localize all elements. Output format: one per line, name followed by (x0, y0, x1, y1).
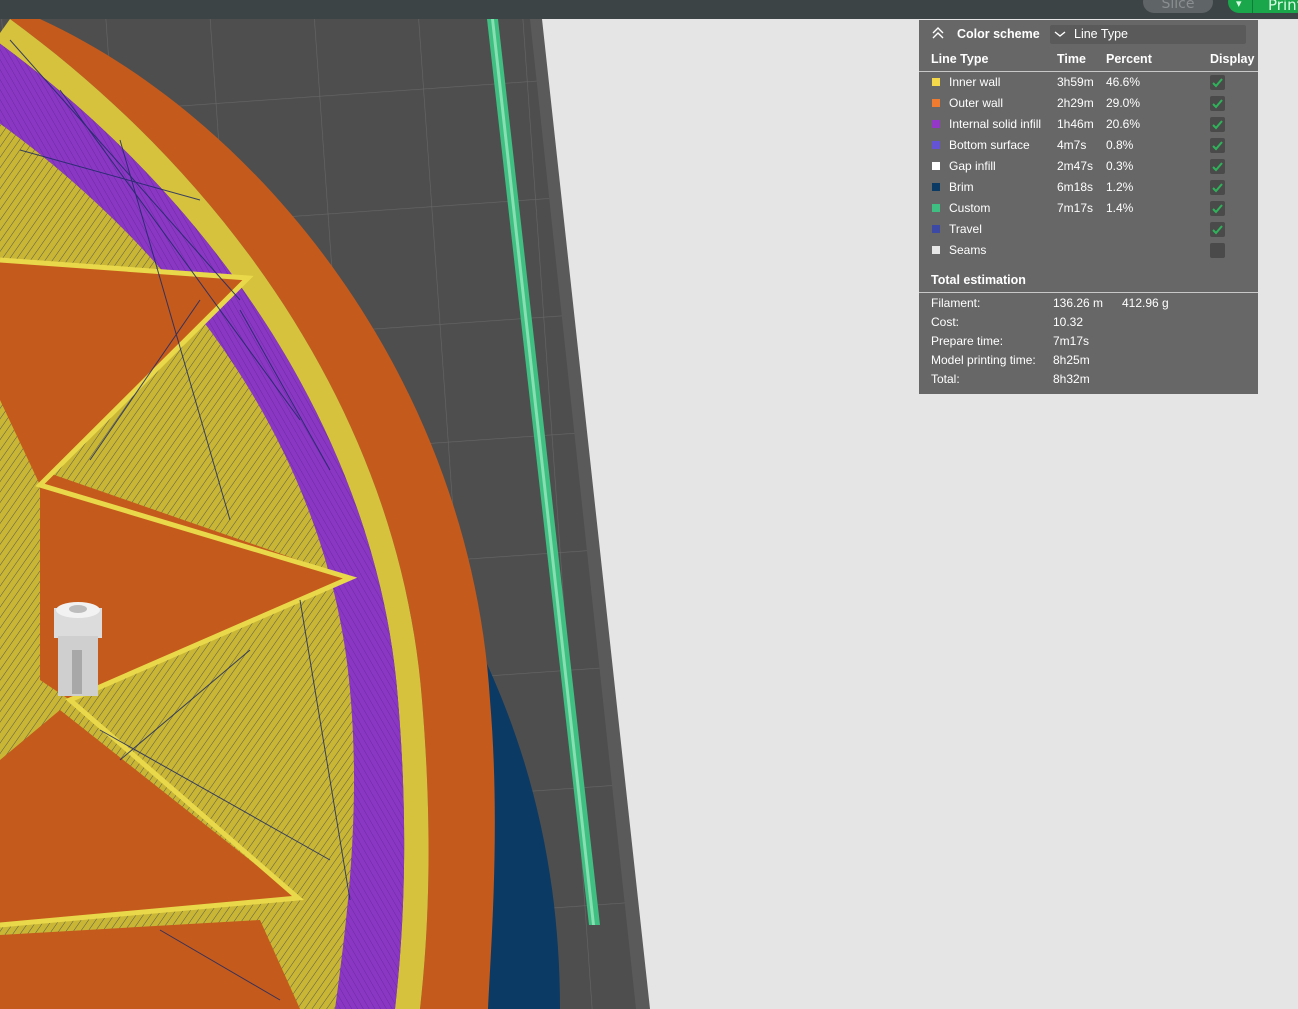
slice-button[interactable]: Slice (1143, 0, 1213, 13)
legend-header: Color scheme Line Type (919, 20, 1258, 48)
top-toolbar: Slice ▾ Print (0, 0, 1298, 19)
chevron-down-icon (1054, 31, 1066, 37)
line-type-percent: 46.6% (1106, 75, 1141, 89)
print-button[interactable]: ▾ Print (1228, 0, 1298, 13)
line-type-name: Seams (949, 243, 987, 257)
column-header-display: Display (1210, 52, 1255, 66)
display-checkbox[interactable] (1210, 159, 1225, 174)
checkmark-icon (1212, 141, 1223, 151)
color-swatch (932, 120, 940, 128)
legend-row: Internal solid infill 1h46m 20.6% (919, 114, 1258, 135)
filament-label: Filament: (931, 296, 981, 310)
color-scheme-value: Line Type (1074, 27, 1128, 41)
line-type-percent: 20.6% (1106, 117, 1141, 131)
checkmark-icon (1212, 120, 1223, 130)
color-scheme-select[interactable]: Line Type (1050, 25, 1246, 44)
legend-row: Inner wall 3h59m 46.6% (919, 72, 1258, 93)
checkmark-icon (1212, 225, 1223, 235)
checkmark-icon (1212, 204, 1223, 214)
line-type-name: Custom (949, 201, 991, 215)
line-type-percent: 29.0% (1106, 96, 1141, 110)
blade-4 (0, 920, 300, 1009)
filament-weight: 412.96 g (1122, 296, 1169, 310)
line-type-time: 2m47s (1057, 159, 1094, 173)
color-scheme-label: Color scheme (957, 27, 1040, 41)
line-type-time: 7m17s (1057, 201, 1094, 215)
line-type-name: Brim (949, 180, 974, 194)
legend-row: Outer wall 2h29m 29.0% (919, 93, 1258, 114)
column-header-line-type: Line Type (931, 52, 989, 66)
line-type-name: Internal solid infill (949, 117, 1042, 131)
display-checkbox[interactable] (1210, 222, 1225, 237)
line-type-time: 3h59m (1057, 75, 1094, 89)
color-swatch (932, 141, 940, 149)
line-type-percent: 0.3% (1106, 159, 1134, 173)
color-swatch (932, 78, 940, 86)
display-checkbox[interactable] (1210, 180, 1225, 195)
checkmark-icon (1212, 99, 1223, 109)
legend-row: Custom 7m17s 1.4% (919, 198, 1258, 219)
column-header-time: Time (1057, 52, 1086, 66)
prepare-time-value: 7m17s (1053, 334, 1090, 348)
dropdown-arrow-icon[interactable]: ▾ (1236, 0, 1242, 10)
color-swatch (932, 183, 940, 191)
model-printing-time-value: 8h25m (1053, 353, 1090, 367)
line-type-time: 4m7s (1057, 138, 1087, 152)
line-type-name: Gap infill (949, 159, 996, 173)
display-checkbox[interactable] (1210, 138, 1225, 153)
display-checkbox[interactable] (1210, 243, 1225, 258)
prepare-time-row: Prepare time: 7m17s (919, 334, 1258, 353)
cost-label: Cost: (931, 315, 960, 329)
line-type-name: Inner wall (949, 75, 1001, 89)
color-swatch (932, 225, 940, 233)
checkmark-icon (1212, 78, 1223, 88)
line-type-time: 2h29m (1057, 96, 1094, 110)
button-divider (1252, 0, 1253, 13)
checkmark-icon (1212, 162, 1223, 172)
color-scheme-legend: Color scheme Line Type Line Type Time Pe… (919, 20, 1258, 394)
legend-row: Bottom surface 4m7s 0.8% (919, 135, 1258, 156)
prepare-time-label: Prepare time: (931, 334, 1004, 348)
cost-value: 10.32 (1053, 315, 1084, 329)
legend-row: Travel (919, 219, 1258, 240)
print-label: Print (1268, 0, 1298, 13)
display-checkbox[interactable] (1210, 117, 1225, 132)
line-type-percent: 1.2% (1106, 180, 1134, 194)
line-type-percent: 0.8% (1106, 138, 1134, 152)
color-swatch (932, 99, 940, 107)
collapse-up-icon[interactable] (931, 26, 945, 40)
total-time-row: Total: 8h32m (919, 372, 1258, 391)
color-swatch (932, 162, 940, 170)
checkmark-icon (1212, 183, 1223, 193)
total-divider (919, 292, 1258, 293)
display-checkbox[interactable] (1210, 201, 1225, 216)
filament-row: Filament: 136.26 m 412.96 g (919, 296, 1258, 315)
display-checkbox[interactable] (1210, 75, 1225, 90)
total-time-label: Total: (931, 372, 960, 386)
legend-row: Brim 6m18s 1.2% (919, 177, 1258, 198)
line-type-percent: 1.4% (1106, 201, 1134, 215)
legend-row: Seams (919, 240, 1258, 261)
line-type-time: 6m18s (1057, 180, 1094, 194)
display-checkbox[interactable] (1210, 96, 1225, 111)
support-object (54, 602, 102, 696)
total-estimation-title: Total estimation (931, 273, 1026, 287)
line-type-name: Outer wall (949, 96, 1004, 110)
model-printing-time-row: Model printing time: 8h25m (919, 353, 1258, 372)
color-swatch (932, 246, 940, 254)
line-type-name: Travel (949, 222, 982, 236)
line-type-name: Bottom surface (949, 138, 1030, 152)
color-swatch (932, 204, 940, 212)
total-time-value: 8h32m (1053, 372, 1090, 386)
line-type-time: 1h46m (1057, 117, 1094, 131)
model-printing-time-label: Model printing time: (931, 353, 1036, 367)
column-header-percent: Percent (1106, 52, 1152, 66)
cost-row: Cost: 10.32 (919, 315, 1258, 334)
legend-row: Gap infill 2m47s 0.3% (919, 156, 1258, 177)
filament-length: 136.26 m (1053, 296, 1104, 310)
